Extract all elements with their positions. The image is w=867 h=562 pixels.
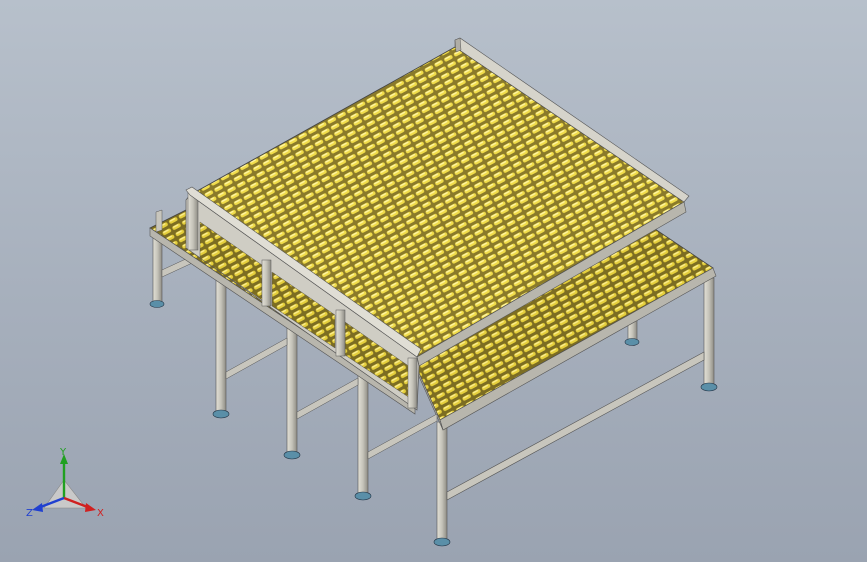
lower-leg-front xyxy=(436,421,448,541)
upper-leg xyxy=(357,365,369,495)
frame-post xyxy=(407,357,418,409)
frame-post xyxy=(187,191,199,251)
z-axis-arrow-icon xyxy=(32,503,43,512)
brace xyxy=(296,377,359,420)
x-axis-label: X xyxy=(97,508,104,519)
upper-leg xyxy=(286,321,298,454)
leveling-foot xyxy=(354,491,372,501)
z-axis-label: Z xyxy=(26,508,33,519)
upper-back-rail-top xyxy=(454,37,462,53)
y-axis-label: Y xyxy=(59,447,67,458)
leveling-foot xyxy=(700,382,718,392)
left-end-guard xyxy=(155,209,163,233)
brace xyxy=(367,413,438,460)
coordinate-triad[interactable]: Y X Z xyxy=(24,446,110,526)
lower-leg-right xyxy=(703,277,715,385)
frame-post xyxy=(261,259,272,307)
cad-viewport[interactable]: Y X Z xyxy=(0,0,867,562)
upper-leg xyxy=(215,277,227,413)
x-axis-arrow-icon xyxy=(85,503,96,512)
leveling-foot xyxy=(283,450,301,460)
leveling-foot xyxy=(433,537,451,547)
leveling-foot xyxy=(624,338,640,346)
roller-conveyor-table-model[interactable] xyxy=(0,0,867,562)
leveling-foot xyxy=(149,300,165,308)
frame-post xyxy=(335,309,346,357)
brace xyxy=(225,337,288,380)
leveling-foot xyxy=(212,409,230,419)
